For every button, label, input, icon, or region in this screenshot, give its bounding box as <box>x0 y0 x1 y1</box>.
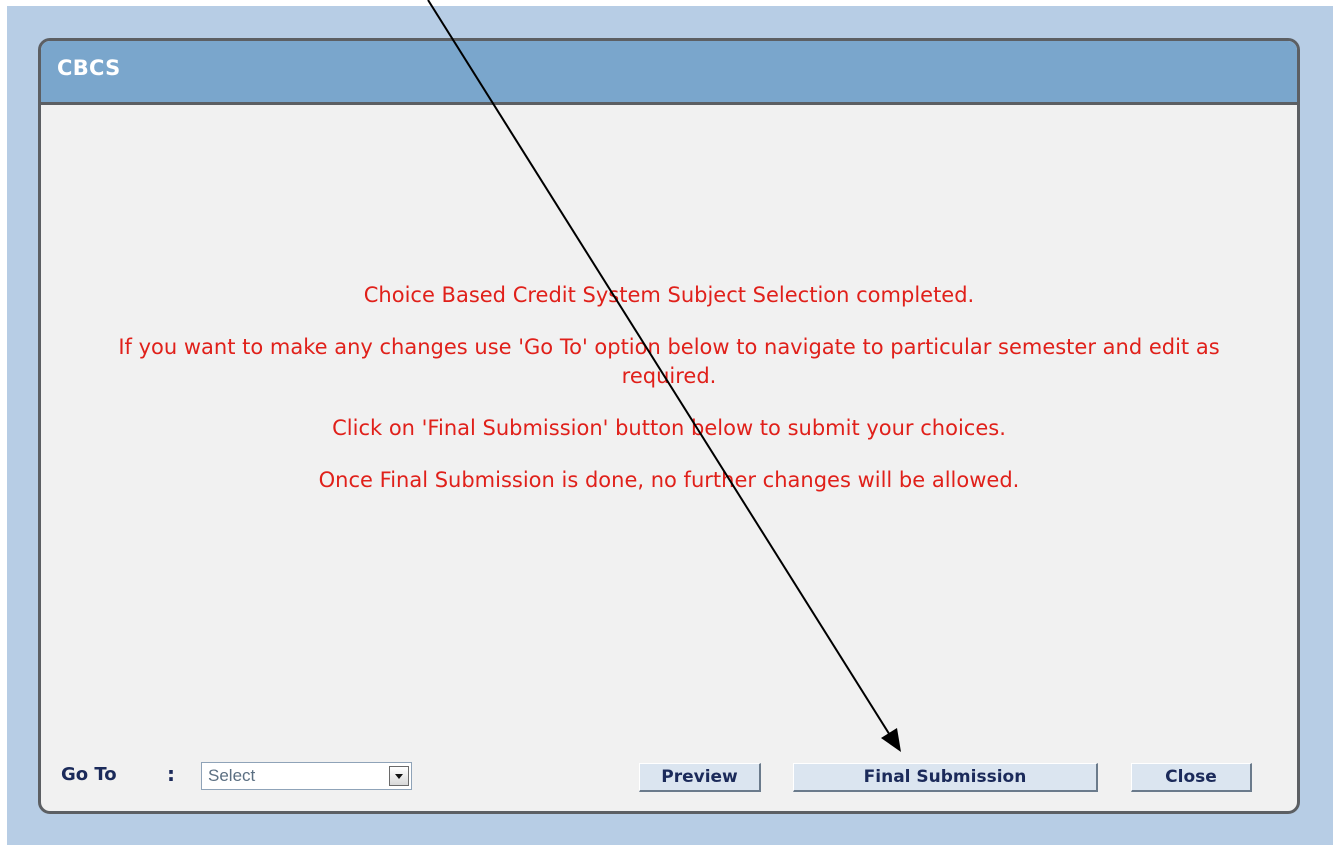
chevron-down-icon[interactable] <box>389 766 409 786</box>
message-goto-instructions: If you want to make any changes use 'Go … <box>118 335 1220 388</box>
goto-select-value: Select <box>208 766 256 785</box>
goto-colon: : <box>167 762 175 786</box>
close-button[interactable]: Close <box>1131 763 1252 792</box>
footer-bar: Go To : Select Preview Final Submission … <box>41 754 1297 804</box>
cbcs-panel: CBCS Choice Based Credit System Subject … <box>38 38 1300 814</box>
panel-header: CBCS <box>41 41 1297 105</box>
message-completed: Choice Based Credit System Subject Selec… <box>363 283 975 307</box>
message-no-further-changes: Once Final Submission is done, no furthe… <box>318 468 1020 492</box>
message-area: Choice Based Credit System Subject Selec… <box>41 281 1297 518</box>
panel-title: CBCS <box>57 56 121 80</box>
goto-select[interactable]: Select <box>201 762 412 790</box>
preview-button[interactable]: Preview <box>639 763 761 792</box>
goto-label: Go To <box>61 764 117 785</box>
final-submission-button[interactable]: Final Submission <box>793 763 1098 792</box>
message-final-submission-instructions: Click on 'Final Submission' button below… <box>332 416 1006 440</box>
